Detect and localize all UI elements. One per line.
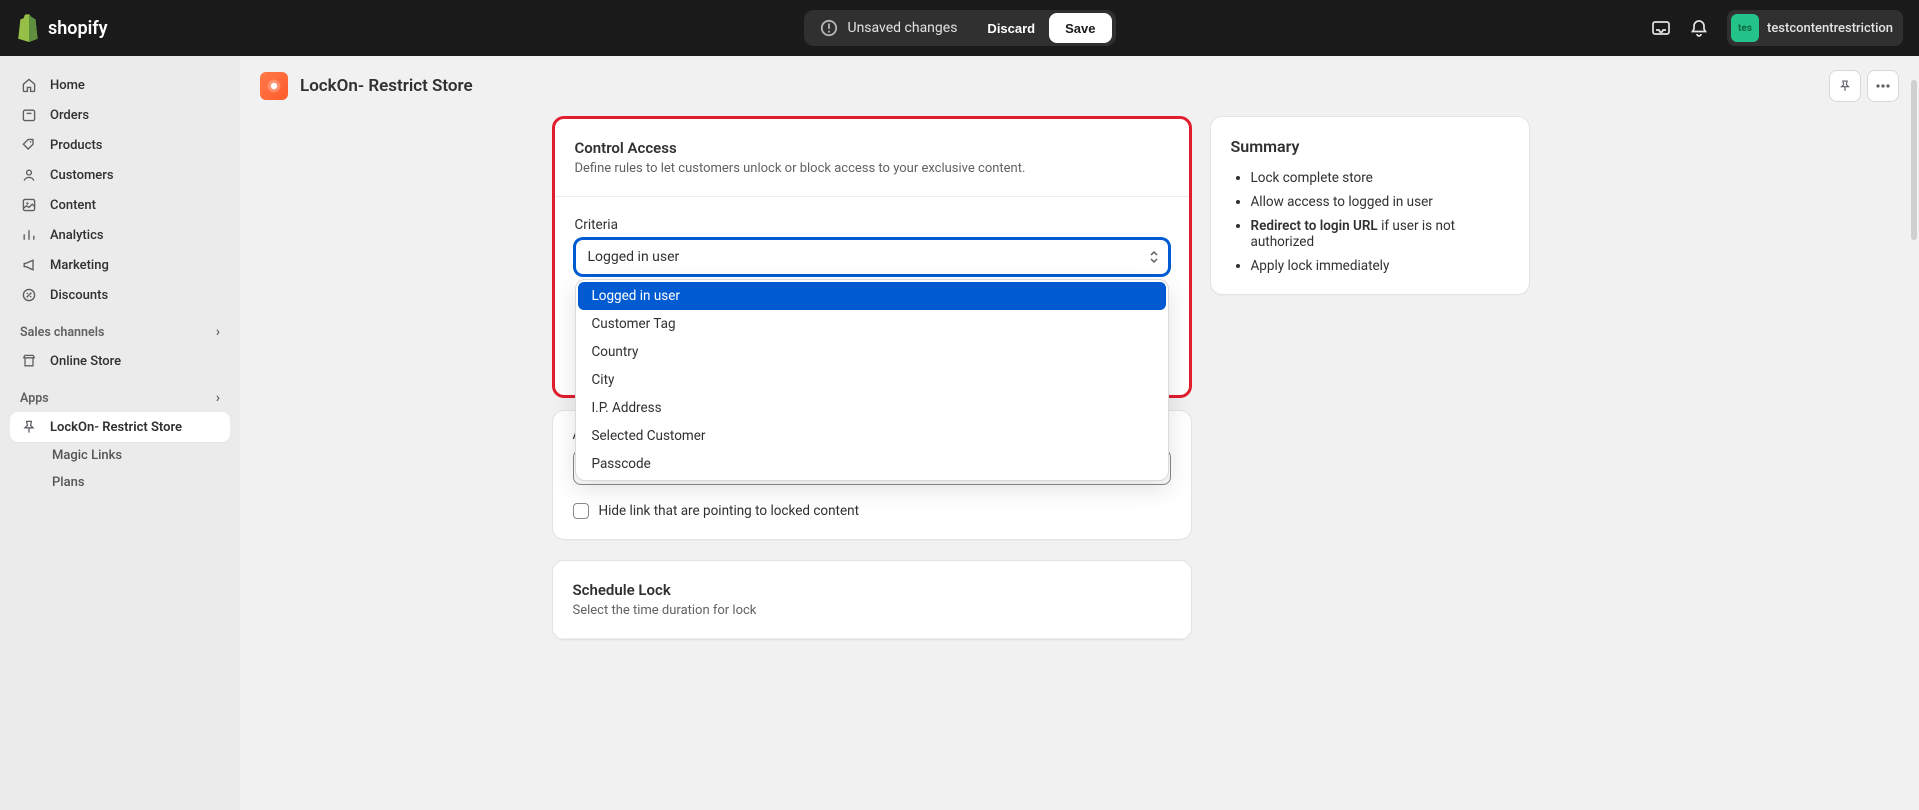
criteria-option[interactable]: I.P. Address (578, 394, 1166, 422)
sidebar-item-online-store[interactable]: Online Store (10, 346, 230, 376)
pin-button[interactable] (1829, 70, 1861, 102)
summary-item: Lock complete store (1251, 170, 1509, 186)
sidebar-item-products[interactable]: Products (10, 130, 230, 160)
summary-item: Redirect to login URL if user is not aut… (1251, 218, 1509, 250)
shopify-logo-text: shopify (48, 18, 108, 39)
sidebar-item-label: Discounts (50, 288, 108, 303)
sidebar-item-customers[interactable]: Customers (10, 160, 230, 190)
chevron-right-icon: › (216, 390, 220, 406)
hide-link-checkbox[interactable] (573, 503, 589, 519)
sidebar-item-label: Plans (52, 475, 85, 490)
criteria-selected-value: Logged in user (588, 249, 680, 265)
page-header: LockOn- Restrict Store (240, 56, 1919, 116)
content-icon (20, 196, 38, 214)
customers-icon (20, 166, 38, 184)
criteria-option[interactable]: Logged in user (578, 282, 1166, 310)
section-label: Sales channels (20, 325, 104, 340)
sidebar-item-label: Marketing (50, 258, 109, 273)
chevron-right-icon: › (216, 324, 220, 340)
app-logo-icon (260, 72, 288, 100)
criteria-option[interactable]: City (578, 366, 1166, 394)
sidebar-item-content[interactable]: Content (10, 190, 230, 220)
schedule-lock-title: Schedule Lock (573, 581, 1171, 599)
sales-channels-header[interactable]: Sales channels › (10, 310, 230, 346)
sidebar-item-orders[interactable]: Orders (10, 100, 230, 130)
control-access-card: Control Access Define rules to let custo… (552, 116, 1192, 398)
discounts-icon (20, 286, 38, 304)
sidebar-item-app-lockon[interactable]: LockOn- Restrict Store (10, 412, 230, 442)
analytics-icon (20, 226, 38, 244)
products-icon (20, 136, 38, 154)
summary-item: Allow access to logged in user (1251, 194, 1509, 210)
scrollbar[interactable] (1911, 80, 1917, 240)
sidebar-item-label: Home (50, 78, 85, 93)
alert-icon (819, 19, 837, 37)
sidebar-item-label: Orders (50, 108, 89, 123)
top-header: shopify Unsaved changes Discard Save tes… (0, 0, 1919, 56)
more-actions-button[interactable] (1867, 70, 1899, 102)
sidebar-subitem-plans[interactable]: Plans (10, 469, 230, 496)
sidebar-subitem-magic-links[interactable]: Magic Links (10, 442, 230, 469)
sidebar-item-label: Content (50, 198, 96, 213)
apps-header[interactable]: Apps › (10, 376, 230, 412)
control-access-subtitle: Define rules to let customers unlock or … (575, 161, 1169, 176)
section-label: Apps (20, 391, 49, 406)
sidebar-item-label: Online Store (50, 354, 121, 369)
page-content: LockOn- Restrict Store Control Access De… (240, 56, 1919, 810)
page-actions (1829, 70, 1899, 102)
pin-icon (20, 418, 38, 436)
criteria-option[interactable]: Passcode (578, 450, 1166, 478)
store-icon (20, 352, 38, 370)
sidebar-item-discounts[interactable]: Discounts (10, 280, 230, 310)
select-chevron-icon (1149, 250, 1159, 264)
store-name: testcontentrestriction (1767, 21, 1893, 36)
inbox-icon[interactable] (1651, 18, 1671, 38)
sidebar: Home Orders Products Customers Content A… (0, 56, 240, 810)
orders-icon (20, 106, 38, 124)
schedule-lock-card: Schedule Lock Select the time duration f… (552, 560, 1192, 640)
unsaved-changes-bar: Unsaved changes Discard Save (803, 10, 1115, 46)
save-button[interactable]: Save (1049, 13, 1111, 43)
criteria-label: Criteria (575, 217, 1169, 233)
marketing-icon (20, 256, 38, 274)
summary-title: Summary (1231, 137, 1509, 156)
home-icon (20, 76, 38, 94)
page-title: LockOn- Restrict Store (300, 76, 473, 96)
unsaved-text: Unsaved changes (847, 20, 957, 36)
store-switcher[interactable]: tes testcontentrestriction (1727, 10, 1903, 46)
criteria-select[interactable]: Logged in user (575, 239, 1169, 275)
criteria-option[interactable]: Selected Customer (578, 422, 1166, 450)
sidebar-item-label: Analytics (50, 228, 104, 243)
summary-item: Apply lock immediately (1251, 258, 1509, 274)
bell-icon[interactable] (1689, 18, 1709, 38)
sidebar-item-marketing[interactable]: Marketing (10, 250, 230, 280)
control-access-title: Control Access (575, 139, 1169, 157)
unsaved-left: Unsaved changes (803, 10, 973, 46)
shopify-bag-icon (16, 14, 42, 42)
criteria-dropdown: Logged in user Customer Tag Country City… (575, 279, 1169, 481)
summary-card: Summary Lock complete store Allow access… (1210, 116, 1530, 295)
summary-list: Lock complete store Allow access to logg… (1231, 170, 1509, 274)
sidebar-item-label: LockOn- Restrict Store (50, 420, 182, 435)
discard-button[interactable]: Discard (973, 10, 1049, 46)
sidebar-item-analytics[interactable]: Analytics (10, 220, 230, 250)
header-right: tes testcontentrestriction (1651, 10, 1903, 46)
shopify-logo[interactable]: shopify (16, 14, 108, 42)
sidebar-item-label: Magic Links (52, 448, 122, 463)
avatar: tes (1731, 14, 1759, 42)
hide-link-label: Hide link that are pointing to locked co… (599, 503, 860, 519)
sidebar-item-label: Customers (50, 168, 114, 183)
schedule-lock-subtitle: Select the time duration for lock (573, 603, 1171, 618)
criteria-option[interactable]: Country (578, 338, 1166, 366)
sidebar-item-home[interactable]: Home (10, 70, 230, 100)
sidebar-item-label: Products (50, 138, 102, 153)
criteria-option[interactable]: Customer Tag (578, 310, 1166, 338)
